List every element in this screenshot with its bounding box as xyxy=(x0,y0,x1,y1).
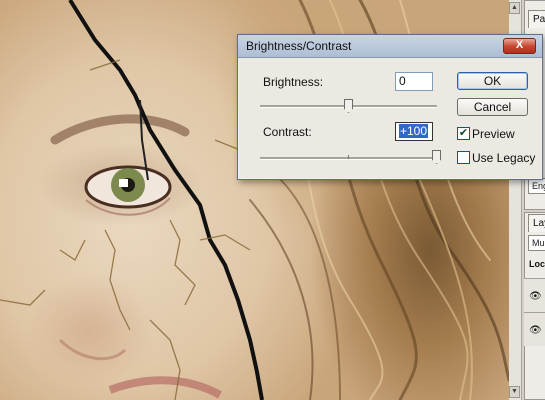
scroll-up-arrow-icon[interactable]: ▲ xyxy=(509,2,520,14)
contrast-input[interactable]: +100 xyxy=(395,122,433,141)
lock-label: Lock: xyxy=(529,259,545,269)
eye-icon[interactable]: 👁 xyxy=(529,325,542,336)
contrast-slider-thumb[interactable] xyxy=(432,150,441,164)
contrast-slider-midpoint-tick xyxy=(348,155,349,159)
preview-label: Preview xyxy=(472,127,515,141)
brightness-contrast-dialog: Brightness/Contrast X Brightness: 0 Cont… xyxy=(237,34,543,180)
checkmark-icon: ✔ xyxy=(458,127,469,139)
contrast-label: Contrast: xyxy=(263,125,312,139)
use-legacy-label: Use Legacy xyxy=(472,151,536,165)
scroll-down-arrow-icon[interactable]: ▼ xyxy=(509,386,520,398)
brightness-value: 0 xyxy=(399,74,406,88)
use-legacy-checkbox[interactable] xyxy=(457,151,470,164)
close-button[interactable]: X xyxy=(503,38,536,54)
ok-button[interactable]: OK xyxy=(457,72,528,90)
blend-mode-select[interactable]: Multiply xyxy=(528,235,545,251)
brightness-input[interactable]: 0 xyxy=(395,72,433,91)
tab-layers[interactable]: Layers xyxy=(528,214,545,232)
preview-checkbox[interactable]: ✔ xyxy=(457,127,470,140)
dialog-titlebar[interactable]: Brightness/Contrast X xyxy=(238,35,542,58)
tab-paths[interactable]: Paths xyxy=(528,10,545,28)
brightness-label: Brightness: xyxy=(263,75,324,89)
layer-row[interactable]: 👁 xyxy=(524,312,545,346)
cancel-button[interactable]: Cancel xyxy=(457,98,528,116)
layer-row[interactable]: 👁 xyxy=(524,278,545,312)
eye-icon[interactable]: 👁 xyxy=(529,291,542,302)
brightness-slider-thumb[interactable] xyxy=(344,99,353,113)
dialog-title: Brightness/Contrast xyxy=(246,39,352,53)
contrast-value: +100 xyxy=(399,124,429,138)
channel-field[interactable]: Eng xyxy=(528,178,545,194)
